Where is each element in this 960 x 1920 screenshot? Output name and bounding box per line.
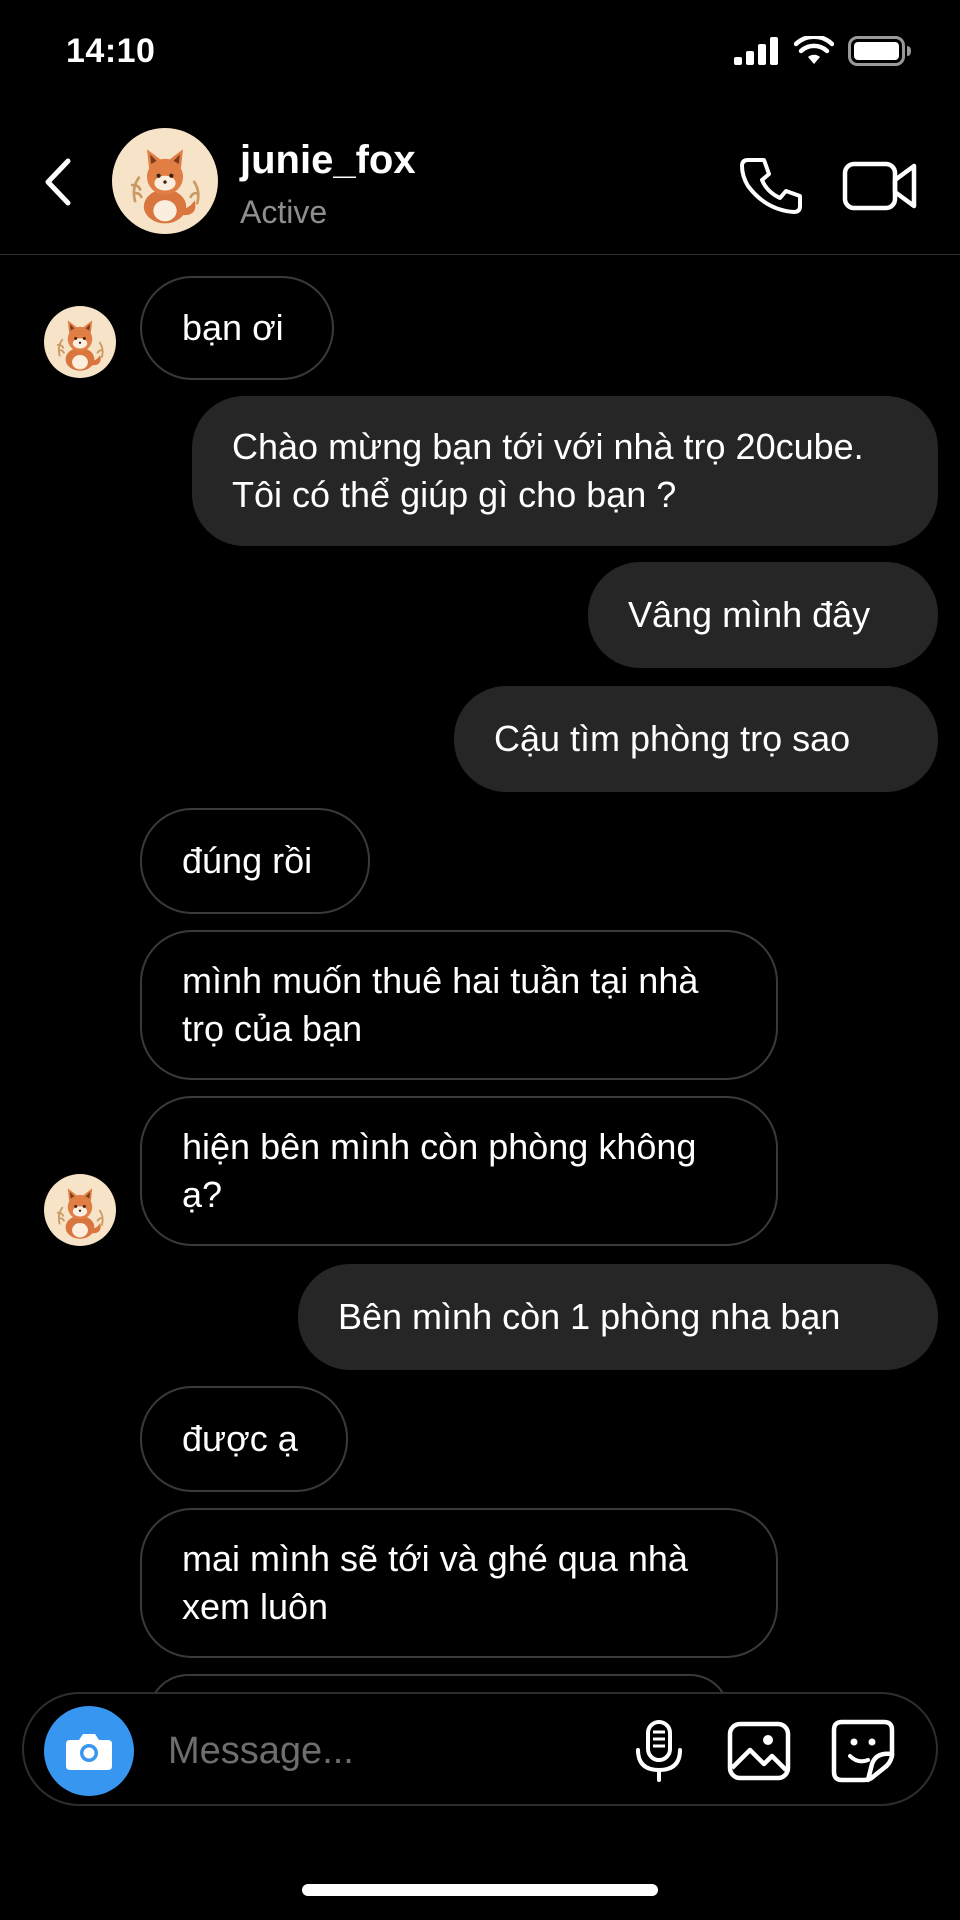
message-incoming: mình muốn thuê hai tuần tại nhà trọ của … — [140, 930, 778, 1080]
battery-icon — [848, 36, 911, 66]
status-icons — [734, 36, 912, 66]
sender-avatar[interactable] — [44, 1174, 116, 1246]
signal-icon — [734, 37, 778, 65]
contact-username[interactable]: junie_fox — [240, 138, 416, 183]
contact-avatar[interactable] — [112, 128, 218, 234]
message-input[interactable] — [166, 1720, 610, 1782]
gallery-icon[interactable] — [724, 1716, 794, 1786]
chat-header: junie_fox Active — [0, 110, 960, 255]
message-outgoing: Vâng mình đây — [588, 562, 938, 668]
sticker-icon[interactable] — [828, 1716, 898, 1786]
message-incoming: được ạ — [140, 1386, 348, 1492]
message-outgoing: Chào mừng bạn tới với nhà trọ 20cube. Tô… — [192, 396, 938, 546]
sender-avatar[interactable] — [44, 306, 116, 378]
message-incoming: đúng rồi — [140, 808, 370, 914]
message-composer — [22, 1692, 938, 1806]
message-incoming: hiện bên mình còn phòng không ạ? — [140, 1096, 778, 1246]
status-time: 14:10 — [66, 32, 156, 70]
camera-button[interactable] — [44, 1706, 134, 1796]
message-outgoing: Cậu tìm phòng trọ sao — [454, 686, 938, 792]
wifi-icon — [794, 36, 834, 64]
microphone-icon[interactable] — [624, 1716, 694, 1786]
message-incoming: bạn ơi — [140, 276, 334, 380]
back-button[interactable] — [32, 150, 82, 214]
message-outgoing: Bên mình còn 1 phòng nha bạn — [298, 1264, 938, 1370]
message-incoming: mai mình sẽ tới và ghé qua nhà xem luôn — [140, 1508, 778, 1658]
back-arrow-icon — [45, 158, 71, 206]
video-camera-icon[interactable] — [842, 158, 918, 214]
home-indicator[interactable] — [302, 1884, 658, 1896]
camera-icon — [66, 1734, 112, 1770]
phone-icon[interactable] — [740, 154, 806, 220]
contact-active-status: Active — [240, 194, 328, 230]
